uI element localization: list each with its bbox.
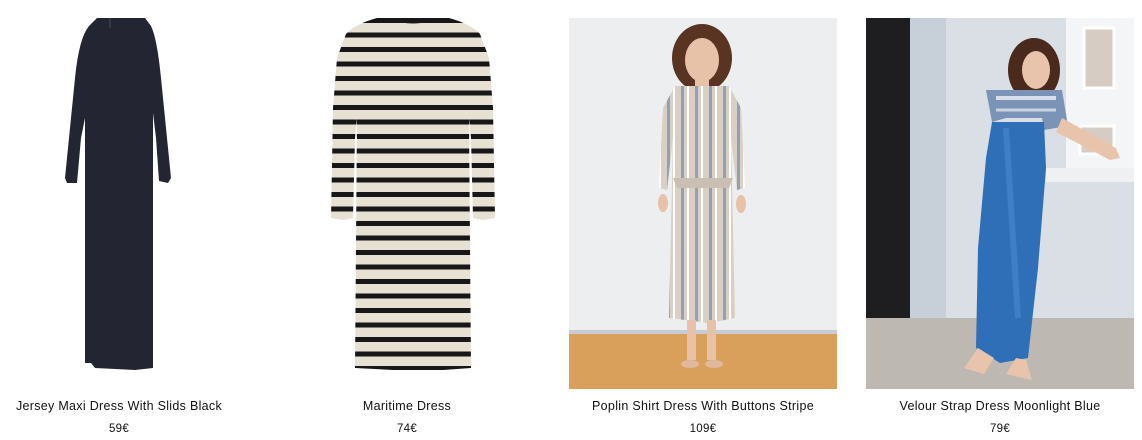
product-card[interactable]: Jersey Maxi Dress With Slids Black 59€ [0, 0, 262, 440]
product-price: 79€ [989, 423, 1011, 435]
product-card[interactable]: Maritime Dress 74€ [264, 0, 550, 440]
product-price: 109€ [689, 423, 717, 435]
product-name[interactable]: Poplin Shirt Dress With Buttons Stripe [560, 399, 846, 413]
product-name[interactable]: Velour Strap Dress Moonlight Blue [857, 399, 1142, 413]
product-card[interactable]: Poplin Shirt Dress With Buttons Stripe 1… [560, 0, 846, 440]
product-name[interactable]: Jersey Maxi Dress With Slids Black [0, 399, 262, 413]
product-grid: Jersey Maxi Dress With Slids Black 59€ M… [0, 0, 1142, 440]
striped-dress-icon[interactable] [273, 18, 541, 389]
product-price: 59€ [108, 423, 130, 435]
black-maxi-dress-icon[interactable] [0, 18, 253, 389]
model-striped-shirt-dress-icon[interactable] [569, 18, 837, 389]
product-name[interactable]: Maritime Dress [264, 399, 550, 413]
product-price: 74€ [396, 423, 418, 435]
model-blue-strap-dress-icon[interactable] [866, 18, 1134, 389]
product-card[interactable]: Velour Strap Dress Moonlight Blue 79€ [857, 0, 1142, 440]
